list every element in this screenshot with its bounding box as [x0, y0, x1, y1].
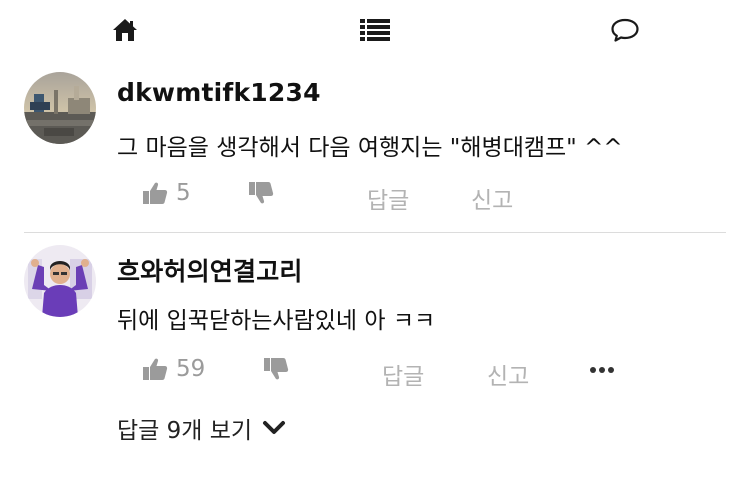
reply-button[interactable]: 답글	[367, 181, 409, 215]
comment-item: 흐와허의연결고리 뒤에 입꾹닫하는사람있네 아 ㅋㅋ 59 답글 신고 답글 9…	[0, 243, 750, 491]
comment-text: 그 마음을 생각해서 다음 여행지는 "해병대캠프" ^^	[117, 135, 623, 161]
report-button[interactable]: 신고	[471, 181, 513, 215]
like-count: 59	[176, 356, 206, 382]
report-button[interactable]: 신고	[487, 357, 529, 391]
comment-actions: 59 답글 신고	[0, 354, 750, 390]
chat-bubble-icon	[611, 18, 639, 42]
more-options-icon[interactable]	[590, 367, 614, 373]
home-button[interactable]	[110, 16, 140, 44]
avatar-image	[24, 245, 96, 317]
comment-username[interactable]: 흐와허의연결고리	[117, 252, 303, 288]
like-button[interactable]: 5	[142, 180, 191, 206]
chevron-down-icon	[263, 421, 286, 434]
comment-username[interactable]: dkwmtifk1234	[117, 78, 321, 107]
dislike-button[interactable]	[248, 181, 274, 209]
view-replies-button[interactable]: 답글 9개 보기	[117, 411, 286, 445]
list-button[interactable]	[360, 16, 390, 44]
thumbs-up-icon	[143, 358, 168, 380]
home-icon	[113, 19, 137, 41]
comment-item: dkwmtifk1234 그 마음을 생각해서 다음 여행지는 "해병대캠프" …	[0, 70, 750, 232]
avatar-image	[24, 72, 96, 144]
dislike-button[interactable]	[263, 357, 289, 385]
view-replies-label: 답글 9개 보기	[117, 418, 253, 444]
chat-button[interactable]	[610, 16, 640, 44]
divider	[24, 232, 726, 233]
like-button[interactable]: 59	[142, 356, 205, 382]
avatar[interactable]	[24, 72, 96, 144]
comment-text: 뒤에 입꾹닫하는사람있네 아 ㅋㅋ	[117, 308, 436, 334]
top-navigation	[0, 0, 750, 60]
list-icon	[360, 19, 390, 41]
comment-actions: 5 답글 신고	[0, 178, 750, 214]
like-count: 5	[176, 180, 191, 206]
thumbs-up-icon	[143, 182, 168, 204]
thumbs-down-icon	[249, 182, 274, 204]
avatar[interactable]	[24, 245, 96, 317]
reply-button[interactable]: 답글	[382, 357, 424, 391]
thumbs-down-icon	[264, 358, 289, 380]
